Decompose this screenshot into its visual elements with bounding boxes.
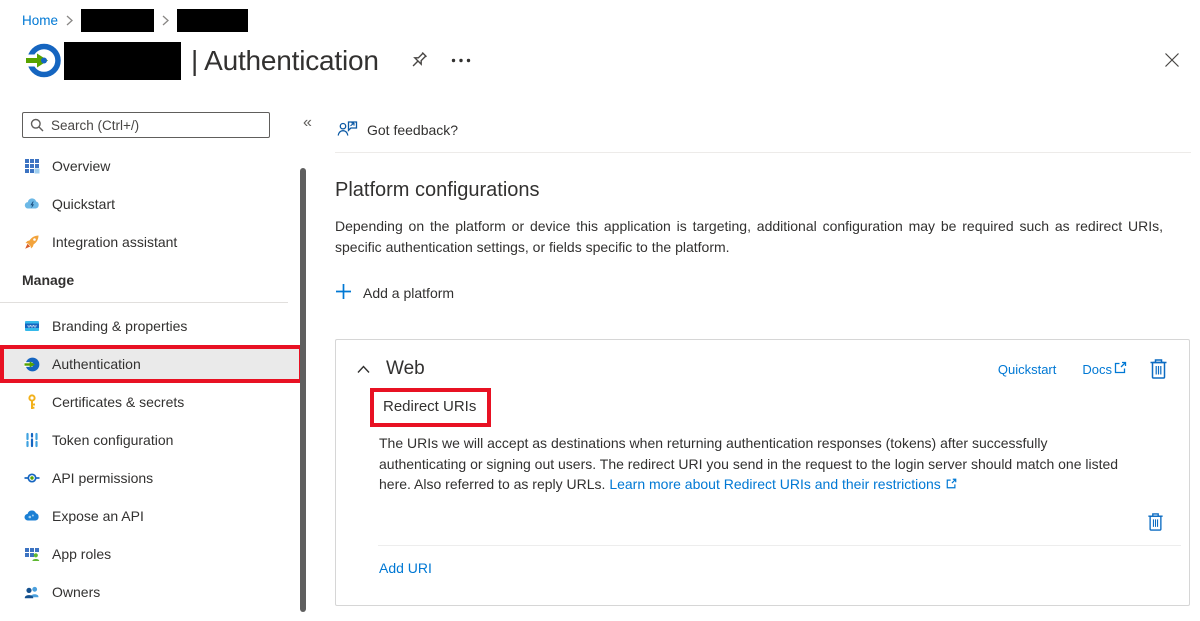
chevron-right-icon	[66, 15, 73, 26]
search-icon	[29, 117, 45, 138]
page-header: | Authentication	[24, 41, 475, 80]
external-link-icon	[1114, 361, 1127, 377]
breadcrumb-item-redacted[interactable]	[81, 9, 154, 32]
breadcrumb: Home	[22, 9, 248, 32]
sidebar-item-expose-an-api[interactable]: Expose an API	[0, 497, 303, 535]
app-name-redacted	[64, 42, 181, 80]
docs-link[interactable]: Docs	[1082, 361, 1127, 377]
sidebar-item-label: Branding & properties	[52, 318, 187, 334]
close-icon[interactable]	[1160, 48, 1184, 72]
sidebar-item-token-configuration[interactable]: Token configuration	[0, 421, 303, 459]
external-link-icon	[942, 476, 957, 492]
got-feedback-label: Got feedback?	[367, 122, 458, 138]
plus-icon	[335, 283, 352, 303]
sidebar-item-label: App roles	[52, 546, 111, 562]
collapse-sidebar-button[interactable]: «	[303, 114, 312, 132]
more-icon[interactable]	[447, 54, 475, 67]
authentication-icon	[24, 356, 40, 372]
divider	[0, 302, 288, 303]
sidebar-nav: Overview Quickstart	[0, 147, 303, 611]
redirect-uris-description: The URIs we will accept as destinations …	[379, 433, 1135, 495]
api-permissions-icon	[24, 470, 40, 486]
browser-icon: www	[24, 318, 40, 334]
sidebar-item-app-roles[interactable]: App roles	[0, 535, 303, 573]
cloud-bolt-icon	[24, 196, 40, 212]
platform-configurations-heading: Platform configurations	[335, 179, 1191, 202]
web-card-header: Web Quickstart Docs	[336, 340, 1189, 380]
sidebar-item-label: Overview	[52, 158, 110, 174]
add-a-platform-label: Add a platform	[363, 285, 454, 301]
sidebar-scrollbar[interactable]	[300, 168, 306, 612]
add-uri-link[interactable]: Add URI	[379, 560, 432, 576]
breadcrumb-home-link[interactable]: Home	[22, 13, 58, 28]
sidebar-item-label: Expose an API	[52, 508, 144, 524]
add-a-platform-button[interactable]: Add a platform	[335, 283, 454, 303]
redirect-uri-row	[336, 506, 1189, 538]
azure-portal-authentication-blade: Home | Authentication	[0, 0, 1200, 621]
svg-text:www: www	[27, 323, 37, 328]
quickstart-link[interactable]: Quickstart	[998, 362, 1057, 377]
sidebar-item-overview[interactable]: Overview	[0, 147, 303, 185]
sidebar-item-label: Authentication	[52, 356, 141, 372]
divider	[378, 545, 1181, 546]
grid-icon	[24, 158, 40, 174]
feedback-icon	[337, 120, 358, 140]
sidebar-item-label: API permissions	[52, 470, 153, 486]
key-icon	[24, 394, 40, 410]
chevron-up-icon[interactable]	[355, 363, 372, 376]
sliders-icon	[24, 432, 40, 448]
main-content: Got feedback? Platform configurations De…	[335, 112, 1191, 606]
sidebar-item-owners[interactable]: Owners	[0, 573, 303, 611]
rocket-icon	[24, 234, 40, 250]
sidebar-item-label: Token configuration	[52, 432, 173, 448]
sidebar: « Overview	[0, 112, 303, 611]
breadcrumb-item-redacted[interactable]	[177, 9, 248, 32]
app-registration-icon	[24, 41, 63, 80]
cloud-icon	[24, 508, 40, 524]
platform-configurations-description: Depending on the platform or device this…	[335, 216, 1163, 258]
sidebar-item-quickstart[interactable]: Quickstart	[0, 185, 303, 223]
chevron-right-icon	[162, 15, 169, 26]
delete-platform-trash-icon[interactable]	[1149, 358, 1168, 380]
sidebar-item-api-permissions[interactable]: API permissions	[0, 459, 303, 497]
people-icon	[24, 584, 40, 600]
sidebar-item-branding-properties[interactable]: www Branding & properties	[0, 307, 303, 345]
annotation-box: Redirect URIs	[370, 388, 491, 427]
sidebar-item-label: Integration assistant	[52, 234, 177, 250]
sidebar-item-label: Owners	[52, 584, 100, 600]
app-roles-icon	[24, 546, 40, 562]
docs-link-label: Docs	[1082, 362, 1112, 377]
sidebar-item-authentication[interactable]: Authentication	[0, 345, 303, 383]
redirect-uris-heading: Redirect URIs	[383, 398, 476, 415]
web-card-title: Web	[386, 358, 425, 380]
search-input[interactable]	[22, 112, 270, 138]
got-feedback-button[interactable]: Got feedback?	[337, 120, 458, 140]
pin-icon[interactable]	[403, 46, 433, 76]
learn-more-link[interactable]: Learn more about Redirect URIs and their…	[609, 476, 940, 492]
sidebar-item-certificates-secrets[interactable]: Certificates & secrets	[0, 383, 303, 421]
delete-uri-trash-icon[interactable]	[1147, 512, 1164, 532]
sidebar-section-manage: Manage	[0, 261, 303, 299]
web-platform-card: Web Quickstart Docs	[335, 339, 1190, 606]
sidebar-item-label: Quickstart	[52, 196, 115, 212]
sidebar-item-integration-assistant[interactable]: Integration assistant	[0, 223, 303, 261]
command-bar: Got feedback?	[335, 112, 1191, 153]
page-title: | Authentication	[191, 45, 379, 77]
sidebar-item-label: Certificates & secrets	[52, 394, 184, 410]
